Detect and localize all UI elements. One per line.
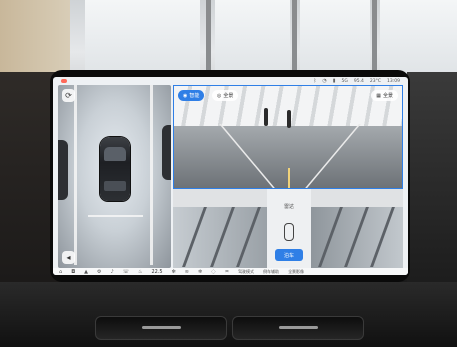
carrier-label: 5G — [341, 78, 348, 84]
signal-icon: ▮ — [332, 78, 336, 84]
pillar — [318, 207, 343, 267]
settings-icon[interactable]: ⚙ — [97, 269, 101, 275]
navigation-icon[interactable]: ▲ — [84, 269, 88, 275]
wifi-icon: ◔ — [322, 78, 327, 84]
clock: 13:09 — [387, 78, 400, 84]
seat-icon[interactable]: ♨ — [138, 269, 142, 275]
window-frame — [206, 0, 211, 80]
parked-car-left — [58, 140, 68, 200]
battery-level: 95.4 — [353, 78, 364, 84]
pillar — [236, 207, 261, 267]
parking-line — [88, 215, 143, 217]
ego-vehicle-icon — [100, 137, 130, 201]
window — [215, 0, 290, 78]
pedestrian — [264, 108, 268, 126]
view-switch-icon[interactable]: ⟳ — [62, 89, 75, 102]
car-icon[interactable]: ◘ — [71, 269, 75, 275]
steering-heat-icon[interactable]: ◌ — [211, 269, 215, 275]
front-camera-view[interactable]: ◉ 智能 ◎ 全景 ▦ 全景 — [173, 85, 403, 189]
seat-heat-icon[interactable]: ♒ — [225, 269, 229, 275]
camera-icon: ◎ — [217, 92, 222, 99]
air-vent-right — [232, 316, 364, 340]
climate-temperature[interactable]: 22.5 — [151, 269, 162, 275]
music-icon[interactable]: ♪ — [111, 269, 114, 275]
air-vent-left — [95, 316, 227, 340]
outside-temperature: 23°C — [369, 78, 382, 84]
fan-icon[interactable]: ✻ — [172, 269, 176, 275]
view-mode-button[interactable]: ▦ 全景 — [371, 90, 398, 101]
bottom-dock: ⌂ ◘ ▲ ⚙ ♪ ☏ ♨ 22.5 ✻ ≋ ❄ ◌ ♒ 驾驶模式 倒车辅助 全… — [53, 268, 408, 275]
camera-mode-smart-button[interactable]: ◉ 智能 — [178, 90, 205, 101]
bluetooth-icon: ᛒ — [313, 78, 317, 84]
guide-center-mark — [288, 168, 290, 188]
birdview-panel[interactable]: ⟳ ◂ — [58, 85, 171, 268]
radar-title: 雷达 — [283, 204, 294, 210]
pillar — [182, 207, 207, 267]
camera-mode-smart-label: 智能 — [189, 93, 200, 99]
dashboard-bottom — [0, 282, 457, 347]
grid-icon: ▦ — [376, 92, 381, 99]
pillar — [210, 207, 235, 267]
pedestrian — [287, 110, 291, 128]
window-frame — [372, 0, 377, 80]
window-frame — [292, 0, 297, 80]
park-button[interactable]: 泊车 — [275, 249, 303, 261]
status-bar: ᛒ ◔ ▮ 5G 95.4 23°C 13:09 — [53, 77, 408, 85]
window — [300, 0, 370, 78]
dock-shortcut-3[interactable]: 全景影像 — [288, 269, 304, 275]
view-mode-label: 全景 — [382, 93, 393, 99]
radar-panel: 雷达 泊车 — [267, 189, 311, 268]
left-side-camera-view[interactable] — [173, 189, 267, 268]
dashboard-right — [407, 72, 457, 287]
camera-mode-panorama-label: 全景 — [223, 93, 234, 99]
dock-shortcut-1[interactable]: 驾驶模式 — [238, 269, 254, 275]
parking-line — [150, 85, 153, 265]
pillar — [370, 207, 395, 267]
defrost-icon[interactable]: ≋ — [185, 269, 189, 275]
dock-shortcut-2[interactable]: 倒车辅助 — [263, 269, 279, 275]
parked-car-right — [162, 125, 171, 180]
speaker-icon[interactable]: ◂ — [62, 251, 75, 264]
floor-area — [173, 189, 267, 207]
pillar — [344, 207, 369, 267]
camera-mode-panorama-button[interactable]: ◎ 全景 — [212, 90, 239, 101]
camera-icon: ◉ — [183, 92, 188, 99]
right-side-camera-view[interactable] — [311, 189, 403, 268]
infotainment-screen: ᛒ ◔ ▮ 5G 95.4 23°C 13:09 ⟳ ◂ ◉ 智能 ◎ 全景 ▦… — [53, 77, 408, 275]
home-icon[interactable]: ⌂ — [59, 269, 62, 275]
phone-icon[interactable]: ☏ — [123, 269, 129, 275]
floor-area — [311, 189, 403, 207]
window — [380, 0, 457, 78]
car-outline-icon — [284, 223, 294, 241]
window — [85, 0, 200, 78]
parking-line — [74, 85, 77, 265]
ac-icon[interactable]: ❄ — [198, 269, 202, 275]
